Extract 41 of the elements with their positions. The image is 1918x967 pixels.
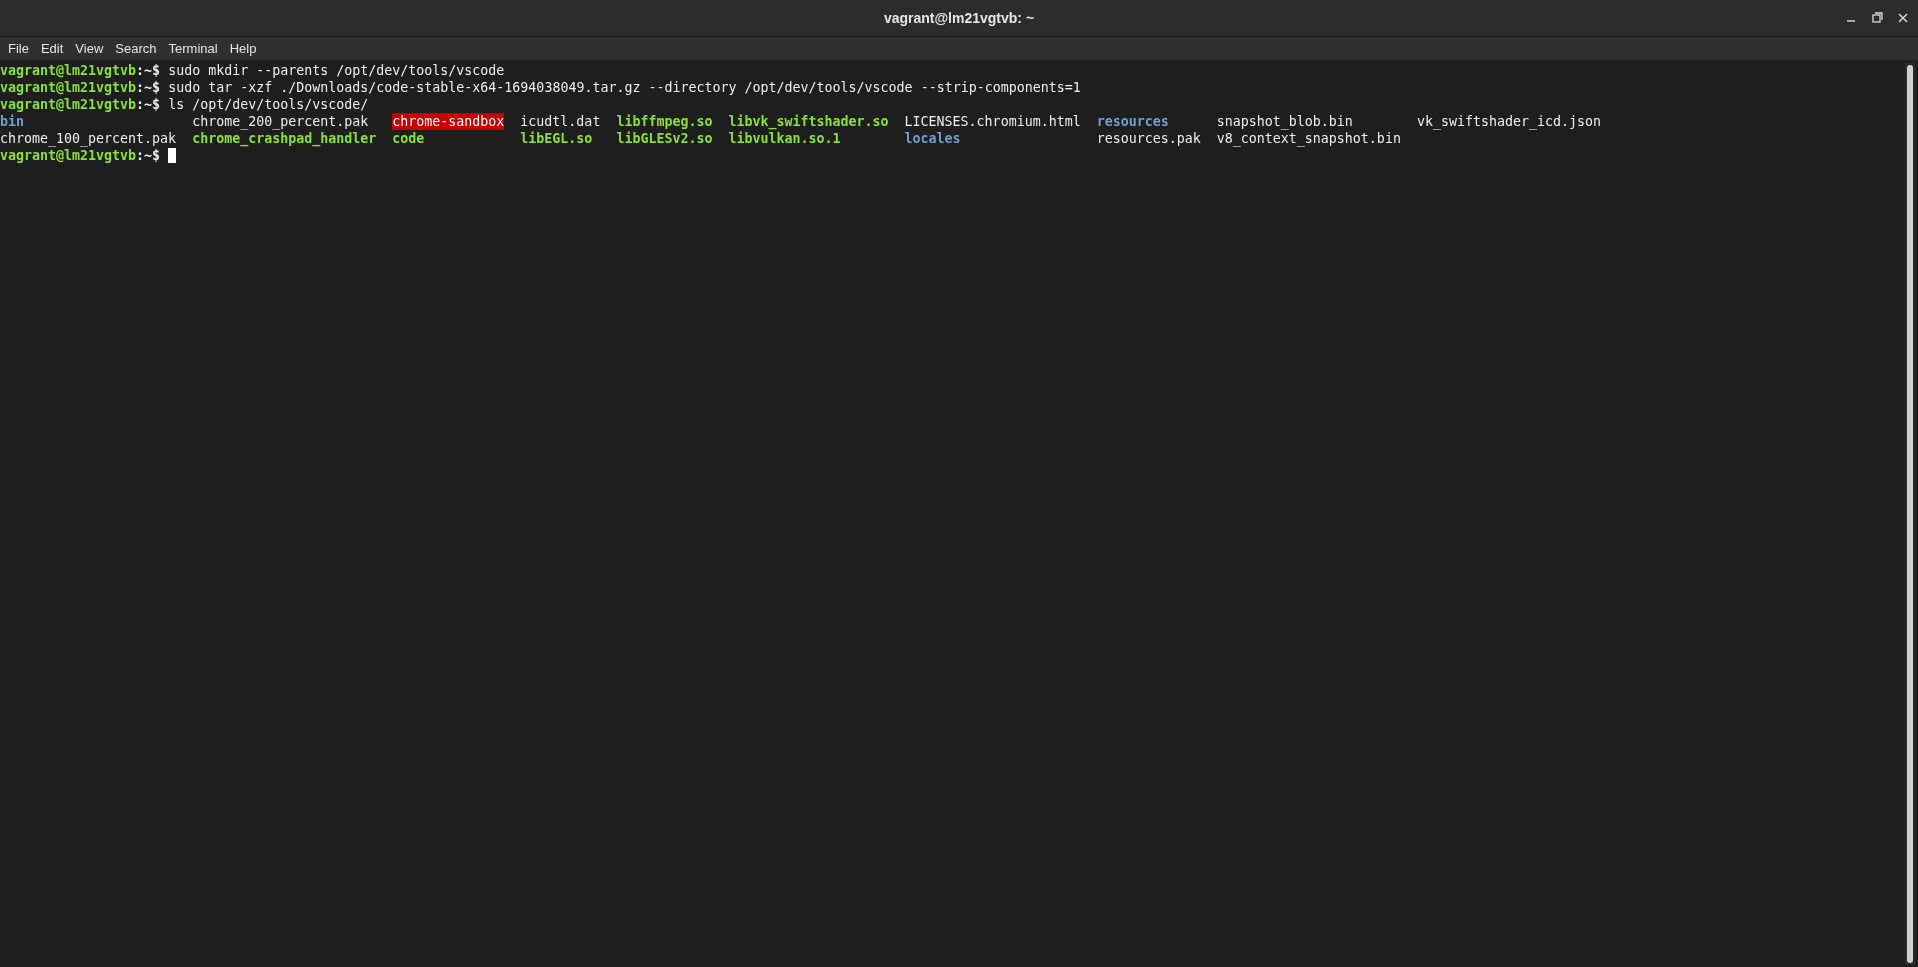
file-name: libEGL.so xyxy=(520,130,593,147)
file-name: LICENSES.chromium.html xyxy=(904,113,1081,130)
file-name: code xyxy=(392,130,425,147)
menu-item[interactable]: Terminal xyxy=(162,38,224,59)
menu-item[interactable]: Search xyxy=(109,38,163,59)
prompt-path: :~$ xyxy=(136,147,161,164)
file-name: resources xyxy=(1096,113,1169,130)
prompt-user: vagrant@lm21vgtvb xyxy=(0,96,137,113)
prompt-path: :~$ xyxy=(136,79,161,96)
menu-item[interactable]: View xyxy=(69,38,110,59)
text-cursor xyxy=(168,148,177,163)
menu-item[interactable]: Edit xyxy=(34,38,70,59)
file-name: chrome-sandbox xyxy=(392,113,505,130)
close-icon[interactable] xyxy=(1896,11,1910,25)
maximize-icon[interactable] xyxy=(1870,11,1884,25)
file-name: locales xyxy=(904,130,961,147)
prompt-path: :~$ xyxy=(136,96,161,113)
file-name: libffmpeg.so xyxy=(616,113,713,130)
file-name: libvulkan.so.1 xyxy=(728,130,841,147)
command-text: ls /opt/dev/tools/vscode/ xyxy=(168,96,369,113)
file-name: vk_swiftshader_icd.json xyxy=(1416,113,1601,130)
file-name: v8_context_snapshot.bin xyxy=(1216,130,1401,147)
file-name: libvk_swiftshader.so xyxy=(728,113,889,130)
scrollbar[interactable] xyxy=(1905,63,1915,965)
command-text: sudo mkdir --parents /opt/dev/tools/vscode xyxy=(168,62,505,79)
file-name: chrome_crashpad_handler xyxy=(192,130,377,147)
file-name: chrome_100_percent.pak xyxy=(0,130,177,147)
file-name: snapshot_blob.bin xyxy=(1216,113,1353,130)
file-name: icudtl.dat xyxy=(520,113,601,130)
prompt-path: :~$ xyxy=(136,62,161,79)
file-name: chrome_200_percent.pak xyxy=(192,113,369,130)
file-name: bin xyxy=(0,113,25,130)
prompt-user: vagrant@lm21vgtvb xyxy=(0,147,137,164)
window-title: vagrant@lm21vgtvb: ~ xyxy=(883,8,1035,28)
menu-item[interactable]: File xyxy=(2,38,35,59)
file-name: libGLESv2.so xyxy=(616,130,713,147)
menu-item[interactable]: Help xyxy=(223,38,263,59)
command-text: sudo tar -xzf ./Downloads/code-stable-x64-1694038049.tar.gz --directory /opt/dev/tools/vscode --strip-components=1 xyxy=(168,79,1081,96)
prompt-user: vagrant@lm21vgtvb xyxy=(0,62,137,79)
file-name: resources.pak xyxy=(1096,130,1201,147)
prompt-user: vagrant@lm21vgtvb xyxy=(0,79,137,96)
